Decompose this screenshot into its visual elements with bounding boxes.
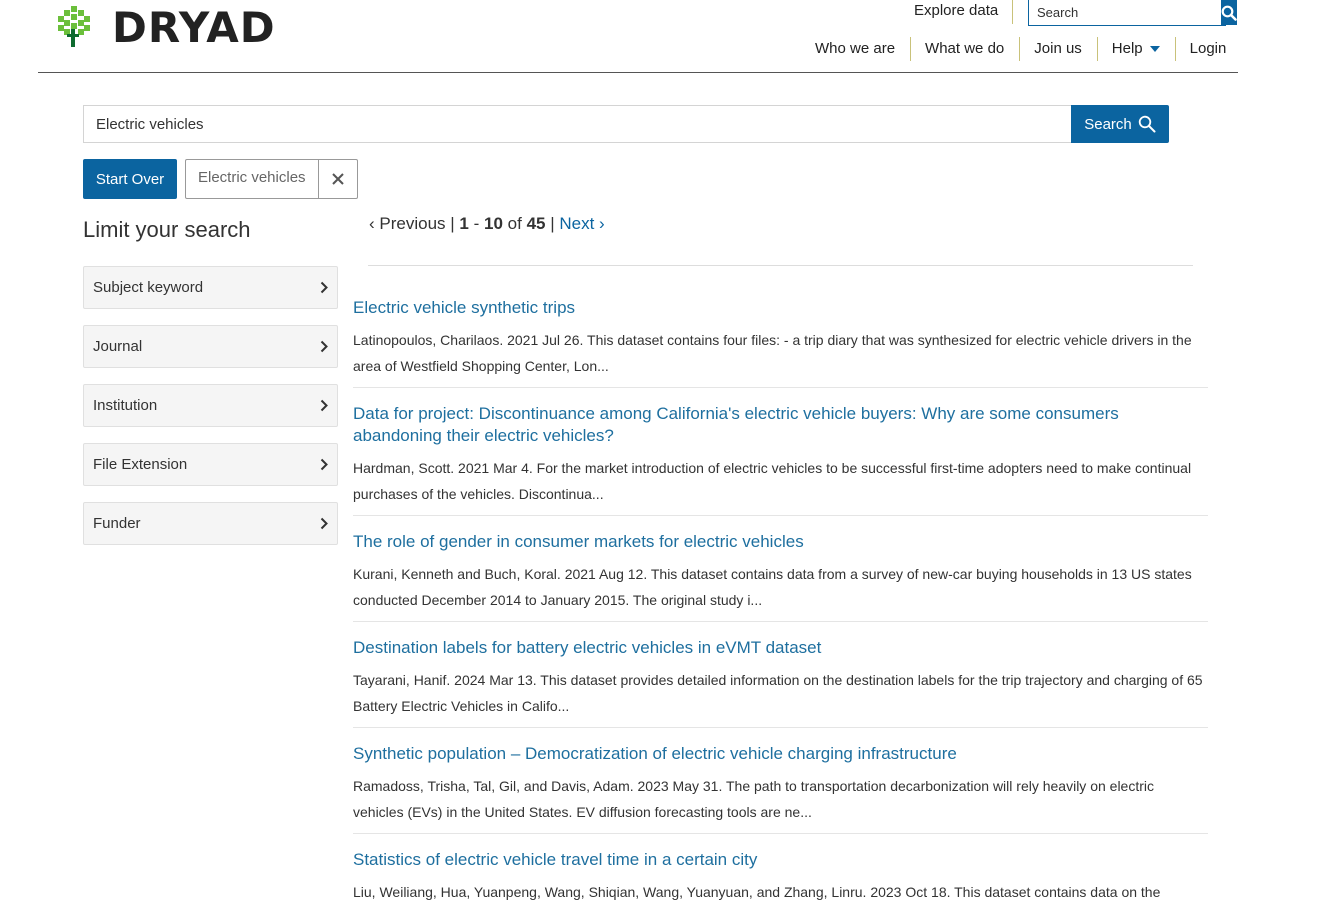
result-title-link[interactable]: The role of gender in consumer markets f… (353, 531, 1208, 553)
nav-join-us[interactable]: Join us (1019, 36, 1097, 62)
chevron-right-icon (320, 458, 328, 471)
total-count: 45 (526, 214, 546, 233)
header-divider (38, 72, 1238, 73)
header-search-input[interactable] (1029, 0, 1221, 25)
result-description: Tayarani, Hanif. 2024 Mar 13. This datas… (353, 672, 1203, 714)
tree-logo-icon (58, 6, 90, 47)
chevron-right-icon (320, 517, 328, 530)
facet-subject-keyword[interactable]: Subject keyword (83, 266, 338, 309)
facet-funder[interactable]: Funder (83, 502, 338, 545)
result-description: Kurani, Kenneth and Buch, Koral. 2021 Au… (353, 566, 1192, 608)
facet-institution[interactable]: Institution (83, 384, 338, 427)
result-title-link[interactable]: Statistics of electric vehicle travel ti… (353, 849, 1208, 871)
chevron-right-icon (320, 281, 328, 294)
nav-help[interactable]: Help (1096, 36, 1175, 62)
filter-chip-label: Electric vehicles (198, 169, 306, 186)
result-description: Latinopoulos, Charilaos. 2021 Jul 26. Th… (353, 332, 1192, 374)
facet-label: Funder (93, 515, 141, 532)
filter-chip: Electric vehicles (185, 159, 358, 199)
header-search-button[interactable] (1221, 0, 1237, 25)
main-nav: Who we are What we do Join us Help Login (800, 36, 1241, 62)
facet-list: Subject keyword Journal Institution File… (83, 266, 338, 561)
page-end: 10 (484, 214, 503, 233)
dryad-logo[interactable]: DRYAD (56, 6, 276, 50)
main-search-input[interactable] (83, 105, 1071, 143)
main-search-button[interactable]: Search (1071, 105, 1169, 143)
result-description: Hardman, Scott. 2021 Mar 4. For the mark… (353, 460, 1192, 502)
result-title-link[interactable]: Data for project: Discontinuance among C… (353, 403, 1208, 447)
divider (1012, 0, 1013, 24)
of-label: of (507, 214, 522, 233)
result-item: Statistics of electric vehicle travel ti… (353, 849, 1208, 913)
caret-down-icon (1149, 46, 1160, 52)
result-item: Data for project: Discontinuance among C… (353, 403, 1208, 516)
result-description: Ramadoss, Trisha, Tal, Gil, and Davis, A… (353, 778, 1155, 820)
result-item: The role of gender in consumer markets f… (353, 531, 1208, 622)
results-divider (368, 265, 1193, 266)
result-item: Destination labels for battery electric … (353, 637, 1208, 728)
pagination: ‹ Previous | 1 - 10 of 45 | Next › (369, 214, 605, 234)
facet-label: Institution (93, 397, 158, 414)
result-title-link[interactable]: Electric vehicle synthetic trips (353, 297, 1208, 319)
limit-search-heading: Limit your search (83, 217, 251, 242)
next-link[interactable]: Next › (559, 214, 604, 233)
logo-text: DRYAD (112, 3, 276, 52)
result-title-link[interactable]: Synthetic population – Democratization o… (353, 743, 1208, 765)
chevron-right-icon (320, 340, 328, 353)
facet-journal[interactable]: Journal (83, 325, 338, 368)
result-item: Synthetic population – Democratization o… (353, 743, 1208, 834)
search-icon (1138, 115, 1156, 133)
nav-what-we-do[interactable]: What we do (910, 36, 1019, 62)
range-dash: - (473, 214, 484, 233)
start-over-button[interactable]: Start Over (83, 159, 177, 199)
facet-file-extension[interactable]: File Extension (83, 443, 338, 486)
remove-filter-button[interactable] (317, 160, 357, 198)
previous-link[interactable]: ‹ Previous (369, 214, 446, 233)
facet-label: File Extension (93, 456, 188, 473)
main-search: Search (83, 105, 1169, 143)
main-search-button-label: Search (1084, 115, 1132, 133)
nav-login[interactable]: Login (1174, 36, 1242, 62)
results-list: Electric vehicle synthetic trips Latinop… (353, 297, 1208, 913)
page: DRYAD Explore data Who we are What we do… (0, 0, 1333, 913)
page-start: 1 (459, 214, 469, 233)
facet-label: Subject keyword (93, 279, 204, 296)
chevron-right-icon (320, 399, 328, 412)
search-icon (1221, 5, 1237, 21)
result-description: Liu, Weiliang, Hua, Yuanpeng, Wang, Shiq… (353, 884, 1161, 900)
pagination-separator: | (550, 214, 560, 233)
header-search (1028, 0, 1237, 26)
nav-who-we-are[interactable]: Who we are (800, 36, 910, 62)
nav-help-label: Help (1111, 40, 1143, 57)
result-item: Electric vehicle synthetic trips Latinop… (353, 297, 1208, 388)
explore-data-link[interactable]: Explore data (914, 2, 998, 19)
result-title-link[interactable]: Destination labels for battery electric … (353, 637, 1208, 659)
close-icon (331, 173, 344, 185)
facet-label: Journal (93, 338, 143, 355)
